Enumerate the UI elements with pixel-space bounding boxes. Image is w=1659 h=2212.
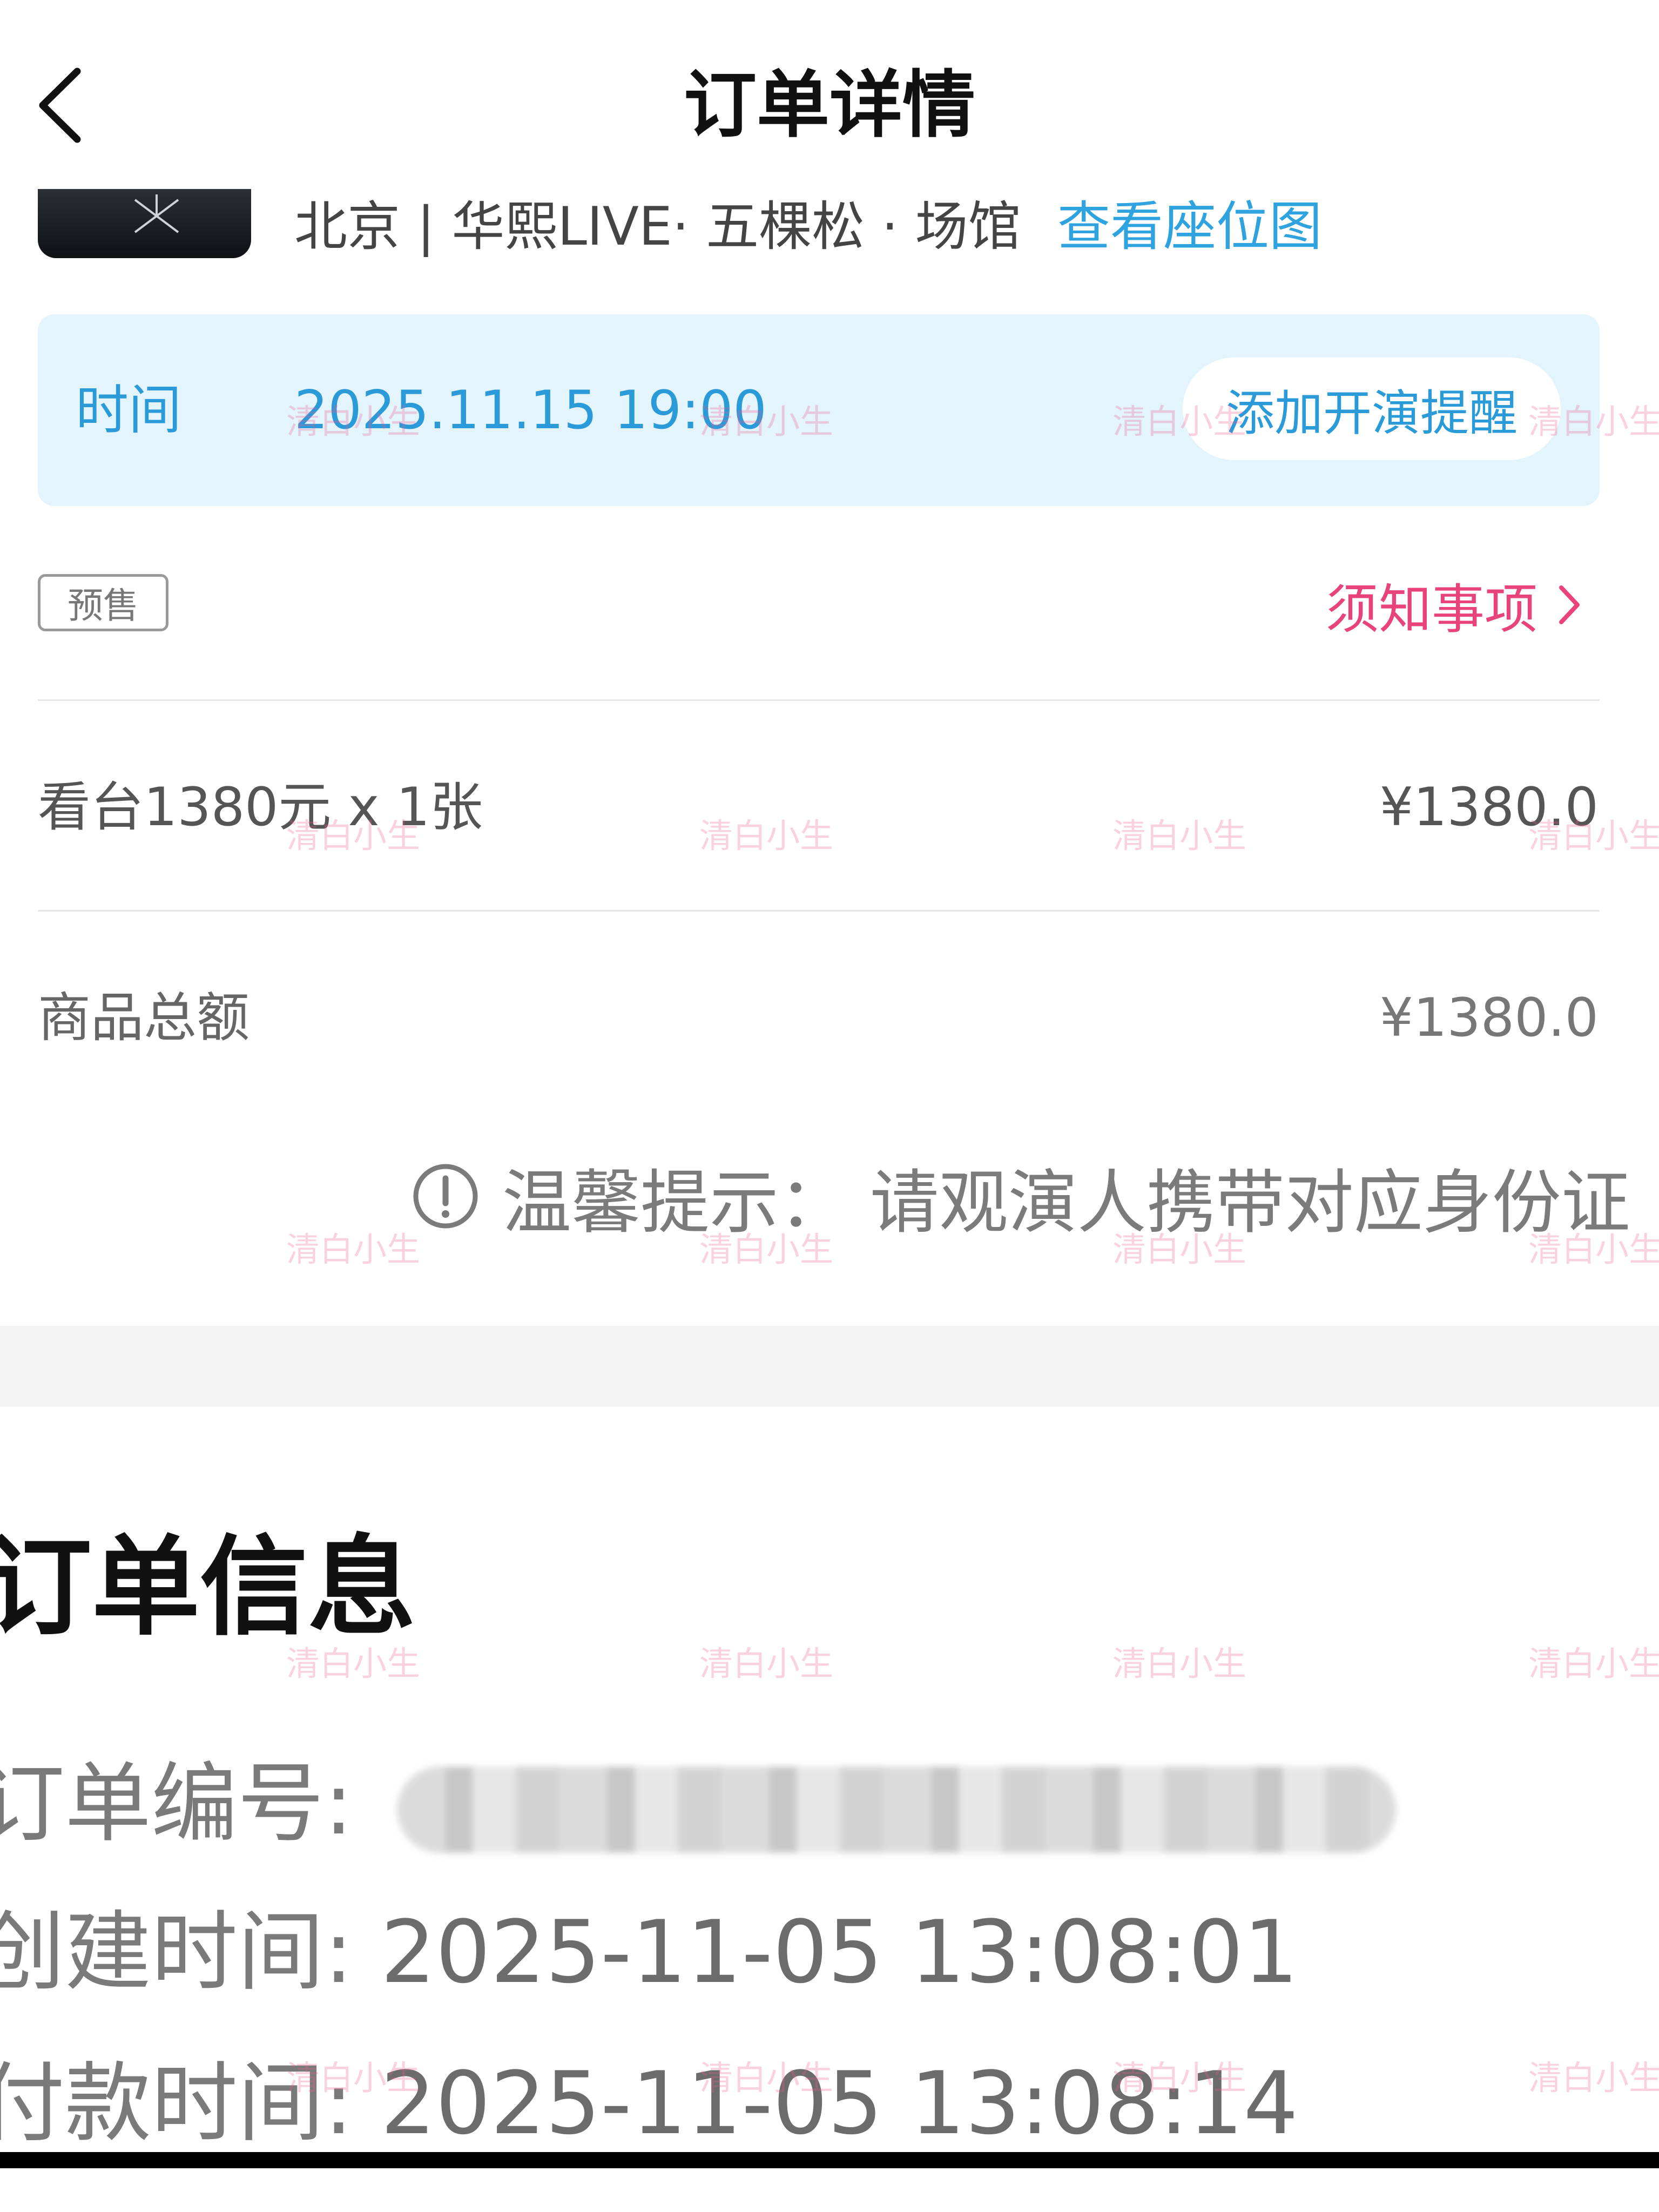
event-poster-thumbnail[interactable] bbox=[38, 189, 251, 258]
venue-text: 北京 | 华熙LIVE· 五棵松 · 场馆 bbox=[294, 196, 1021, 258]
tip-text: 温馨提示： 请观演人携带对应身份证 bbox=[502, 1162, 1630, 1243]
created-time-value: 2025-11-05 13:08:01 bbox=[380, 1901, 1299, 2002]
created-time-row: 创建时间: 2025-11-05 13:08:01 bbox=[0, 1893, 1298, 2012]
paid-time-label: 付款时间: bbox=[0, 2053, 381, 2154]
info-circle-icon bbox=[413, 1164, 478, 1229]
seat-map-link[interactable]: 查看座位图 bbox=[1057, 189, 1322, 265]
total-value: ¥1380.0 bbox=[1379, 987, 1599, 1049]
total-label: 商品总额 bbox=[38, 987, 250, 1049]
page-title: 订单详情 bbox=[684, 63, 975, 147]
bottom-edge-bar bbox=[0, 2152, 1659, 2168]
ticket-price: ¥1380.0 bbox=[1379, 777, 1599, 838]
notice-link-label: 须知事项 bbox=[1326, 579, 1538, 640]
paid-time-row: 付款时间: 2025-11-05 13:08:14 bbox=[0, 2044, 1298, 2163]
paid-time-value: 2025-11-05 13:08:14 bbox=[380, 2053, 1299, 2154]
section-separator bbox=[0, 1326, 1659, 1407]
watermark: 清白小生 bbox=[1528, 2058, 1659, 2098]
tip-row: 温馨提示： 请观演人携带对应身份证 bbox=[410, 1150, 1630, 1243]
order-number-label: 订单编号: bbox=[0, 1753, 381, 1854]
order-number-row: 订单编号: bbox=[0, 1744, 1396, 1863]
ticket-description: 看台1380元 x 1张 bbox=[38, 777, 483, 838]
show-time-value: 2025.11.15 19:00 bbox=[294, 380, 767, 441]
watermark: 清白小生 bbox=[1112, 816, 1247, 855]
watermark: 清白小生 bbox=[1112, 1644, 1247, 1683]
watermark: 清白小生 bbox=[699, 816, 834, 855]
created-time-label: 创建时间: bbox=[0, 1901, 381, 2002]
presale-badge: 预售 bbox=[38, 574, 168, 631]
watermark: 清白小生 bbox=[286, 1230, 421, 1269]
time-label: 时间 bbox=[76, 380, 182, 441]
chevron-right-icon bbox=[1559, 585, 1580, 624]
add-reminder-button[interactable]: 添加开演提醒 bbox=[1183, 358, 1561, 460]
watermark: 清白小生 bbox=[1528, 1644, 1659, 1683]
order-number-redacted bbox=[396, 1766, 1396, 1853]
watermark: 清白小生 bbox=[699, 1644, 834, 1683]
notice-link[interactable]: 须知事项 bbox=[1326, 567, 1582, 643]
order-info-title: 订单信息 bbox=[0, 1525, 416, 1650]
divider bbox=[38, 910, 1600, 912]
divider bbox=[38, 699, 1600, 701]
poster-logo-mark bbox=[134, 194, 179, 233]
